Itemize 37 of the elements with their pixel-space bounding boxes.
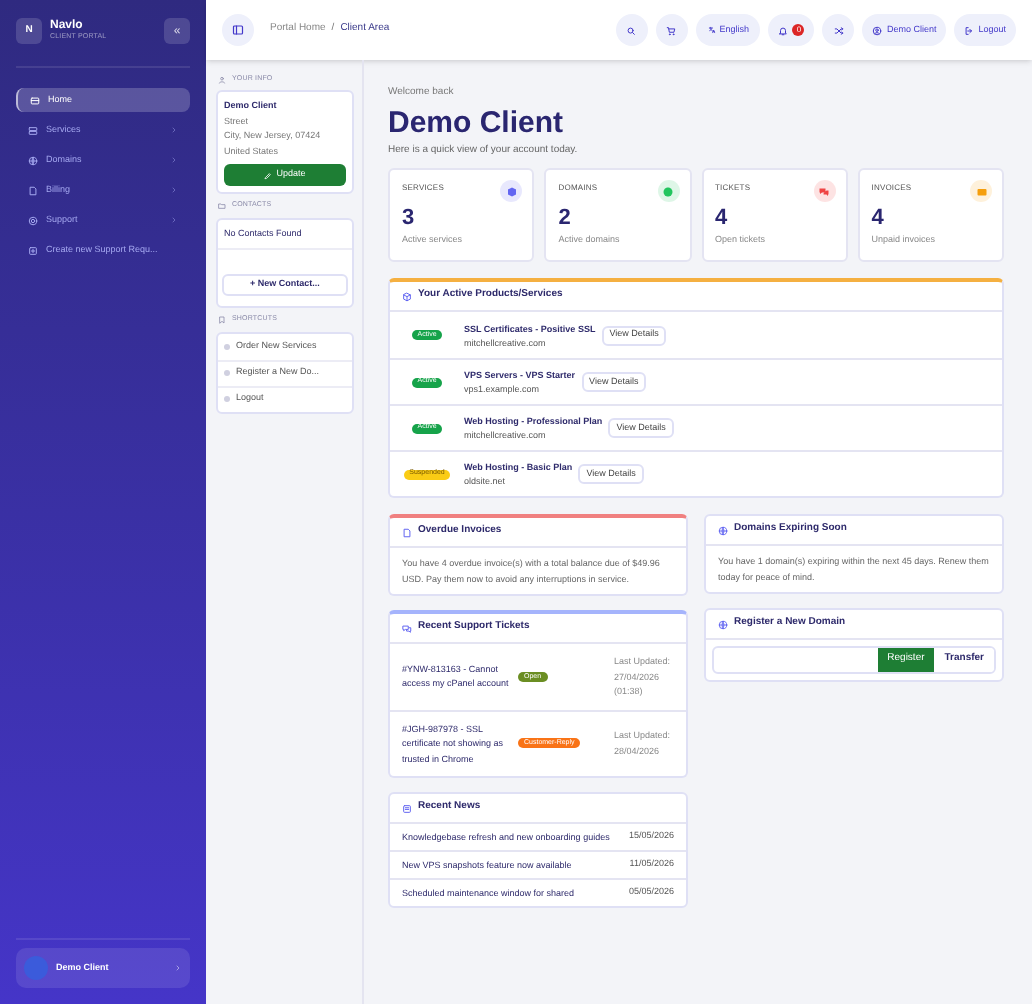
pencil-icon (264, 171, 273, 180)
cart-button[interactable] (655, 14, 688, 46)
folder-icon (218, 201, 226, 210)
stat-value: 3 (402, 206, 417, 230)
stat-value: 2 (558, 206, 573, 230)
person-icon (218, 75, 226, 84)
shuffle-icon (833, 25, 844, 35)
user-icon (872, 25, 883, 35)
avatar (24, 956, 48, 980)
globe-icon (718, 619, 728, 629)
panel-icon (232, 24, 244, 36)
nav-icon (28, 185, 38, 195)
bell-icon (778, 25, 789, 35)
bullet-icon (224, 343, 230, 349)
cube-icon (402, 291, 412, 301)
nav-icon (30, 95, 40, 105)
invoice-icon (402, 527, 412, 537)
nav-icon (28, 155, 38, 165)
search-button[interactable] (615, 14, 648, 46)
nav-icon (28, 245, 38, 255)
chat-icon (402, 623, 412, 633)
translate-icon (707, 26, 716, 34)
bullet-icon (224, 396, 230, 402)
cart-icon (666, 25, 677, 35)
news-icon (402, 803, 412, 813)
logout-icon (964, 25, 975, 35)
sidebar-toggle-button[interactable] (222, 14, 254, 46)
stat-value: 4 (715, 206, 730, 230)
bullet-icon (224, 370, 230, 376)
nav-icon (28, 125, 38, 135)
stat-value: 4 (871, 206, 886, 230)
globe-icon (718, 525, 728, 535)
bookmark-icon (218, 315, 226, 324)
search-icon (626, 25, 637, 35)
page-title: Demo Client (388, 105, 566, 141)
shuffle-button[interactable] (822, 14, 855, 46)
nav-icon (28, 215, 38, 225)
